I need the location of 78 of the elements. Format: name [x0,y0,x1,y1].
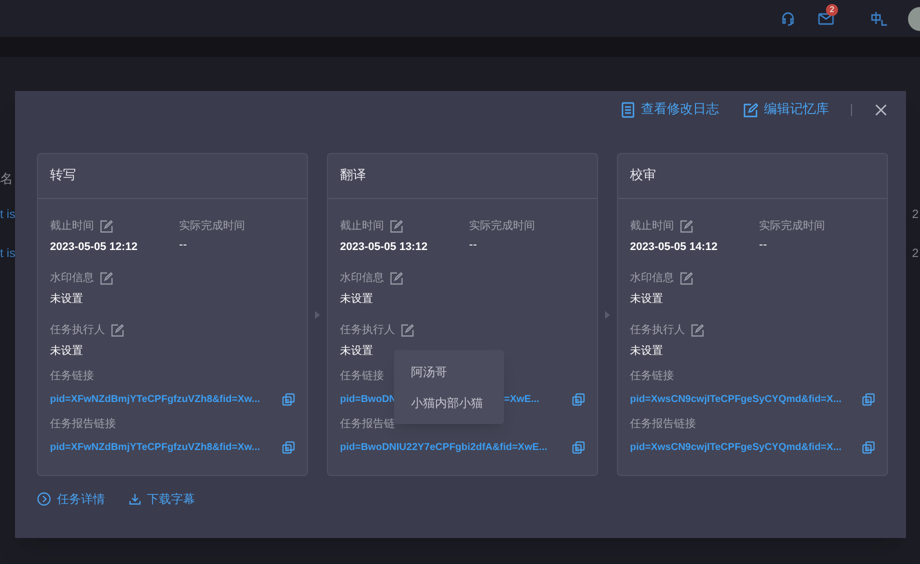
card-title: 校审 [630,167,656,186]
mail-badge: 2 [826,4,838,16]
arrow-icon [315,310,320,318]
close-button[interactable] [874,103,888,117]
headset-icon[interactable] [780,10,796,26]
copy-icon[interactable] [282,392,295,406]
table-link[interactable]: t is [0,205,16,223]
edit-icon[interactable] [390,220,403,232]
completion-value: -- [759,238,768,252]
report-link[interactable]: pid=XFwNZdBmjYTeCPFgfzuVZh8&fid=Xw... [50,440,260,454]
edit-icon[interactable] [390,272,403,284]
completion-value: -- [179,238,188,252]
copy-icon[interactable] [862,392,875,406]
field-label: 任务报告链接 [630,417,696,431]
field-label: 截止时间 [630,218,674,234]
column-header: 名 [0,170,13,188]
edit-icon[interactable] [680,220,693,232]
watermark-value: 未设置 [630,292,663,306]
assignee-value: 未设置 [340,344,373,358]
download-icon [129,493,141,505]
watermark-value: 未设置 [50,292,83,306]
field-label: 任务链接 [340,369,384,383]
arrow-icon [605,310,610,318]
copy-icon[interactable] [572,440,585,454]
copy-icon[interactable] [282,440,295,454]
edit-icon[interactable] [100,272,113,284]
table-link[interactable]: t is [0,244,16,262]
table-cell-text: 2 [912,206,919,223]
field-label: 任务执行人 [340,322,395,338]
dropdown-option[interactable]: 阿汤哥 [394,356,504,387]
field-label: 水印信息 [50,270,94,286]
task-link[interactable]: pid=XFwNZdBmjYTeCPFgfzuVZh8&fid=Xw... [50,392,260,406]
edit-icon [743,102,758,118]
copy-icon[interactable] [862,440,875,454]
field-label: 任务报告链接 [50,417,116,431]
field-label: 水印信息 [630,270,674,286]
field-label: 截止时间 [50,218,94,234]
task-link[interactable]: pid=XwsCN9cwjITeCPFgeSyCYQmd&fid=X... [630,392,842,406]
copy-icon[interactable] [572,392,585,406]
field-label: 实际完成时间 [469,219,535,233]
mail-icon[interactable] [818,12,834,24]
assignee-value: 未设置 [630,344,663,358]
view-log-link[interactable]: 查看修改日志 [621,100,719,120]
task-link[interactable]: pid=BwoDN [340,392,396,406]
deadline-value: 2023-05-05 13:12 [340,240,428,254]
edit-icon[interactable] [111,324,124,336]
watermark-value: 未设置 [340,292,373,306]
download-subtitles-link[interactable]: 下载字幕 [129,490,195,508]
field-label: 任务链接 [630,369,674,383]
edit-icon[interactable] [401,324,414,336]
task-details-link[interactable]: 任务详情 [37,490,105,508]
assignee-value: 未设置 [50,344,83,358]
field-label: 任务执行人 [630,322,685,338]
field-label: 任务报告链 [340,417,395,431]
table-cell-text: 2 [912,245,919,262]
dropdown-option[interactable]: 小猫内部小猫 [394,387,504,418]
field-label: 实际完成时间 [179,219,245,233]
card-title: 转写 [50,167,76,186]
field-label: 实际完成时间 [759,219,825,233]
chevron-circle-icon [37,492,51,506]
deadline-value: 2023-05-05 14:12 [630,240,718,254]
report-link[interactable]: pid=XwsCN9cwjITeCPFgeSyCYQmd&fid=X... [630,440,842,454]
field-label: 任务链接 [50,369,94,383]
task-link[interactable]: =XwE... [504,392,540,406]
language-icon[interactable] [870,10,888,26]
field-label: 截止时间 [340,218,384,234]
edit-icon[interactable] [100,220,113,232]
edit-icon[interactable] [691,324,704,336]
report-link[interactable]: pid=BwoDNIU22Y7eCPFgbi2dfA&fid=XwE... [340,440,548,454]
document-icon [621,102,635,118]
card-title: 翻译 [340,167,366,186]
field-label: 任务执行人 [50,322,105,338]
edit-memory-link[interactable]: 编辑记忆库 [743,100,829,120]
deadline-value: 2023-05-05 12:12 [50,240,138,254]
edit-icon[interactable] [680,272,693,284]
close-icon [874,103,888,117]
field-label: 水印信息 [340,270,384,286]
completion-value: -- [469,238,478,252]
